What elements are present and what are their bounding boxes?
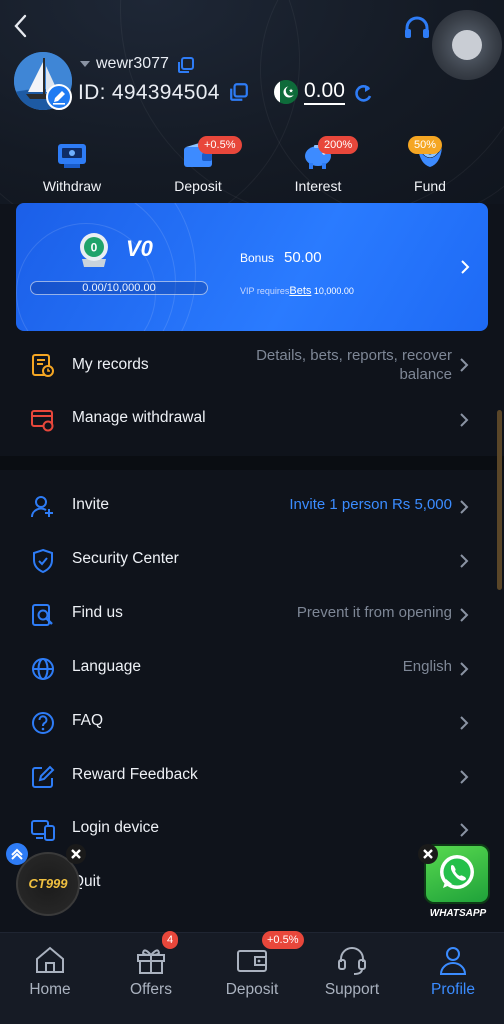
- device-icon: [31, 820, 55, 841]
- tab-home[interactable]: Home: [0, 933, 100, 1024]
- section-divider: [0, 456, 504, 470]
- menu-item-security-center[interactable]: Security Center: [0, 533, 504, 587]
- vip-requires-label: VIP requires: [240, 286, 290, 296]
- vip-medal-icon: 0: [80, 233, 108, 267]
- vip-bonus-label: Bonus: [240, 251, 275, 265]
- quick-action-label: Deposit: [174, 178, 222, 194]
- invite-user-icon: [31, 496, 53, 518]
- menu-item-reward-feedback[interactable]: Reward Feedback: [0, 749, 504, 803]
- chevron-right-icon: [460, 554, 469, 568]
- tab-label: Deposit: [225, 981, 279, 998]
- deposit-bonus-badge: +0.5%: [198, 136, 242, 154]
- records-icon: [32, 354, 54, 377]
- menu-item-label: Language: [72, 658, 141, 675]
- vip-card[interactable]: 0 V0 0.00/10,000.00 Bonus 50.00 VIP requ…: [16, 203, 488, 331]
- wallet-balance: 0.00: [304, 79, 345, 105]
- quick-action-withdraw[interactable]: Withdraw: [16, 138, 128, 194]
- tab-profile[interactable]: Profile: [403, 933, 503, 1024]
- invite-promo-text: Invite 1 person Rs 5,000: [289, 496, 452, 513]
- headset-icon: [338, 947, 366, 975]
- find-icon: [32, 604, 53, 626]
- tab-label: Profile: [431, 981, 475, 998]
- vip-bonus-value: 50.00: [284, 249, 322, 266]
- quick-action-label: Withdraw: [42, 178, 102, 194]
- interest-badge: 200%: [318, 136, 359, 154]
- chevron-right-icon: [460, 358, 469, 372]
- menu-item-label: Reward Feedback: [72, 766, 198, 783]
- menu-item-label: Security Center: [72, 550, 179, 567]
- wallet-icon: [237, 950, 267, 972]
- refresh-icon[interactable]: [352, 82, 374, 104]
- chevron-right-icon[interactable]: [458, 260, 472, 274]
- chevron-right-icon: [460, 823, 469, 837]
- user-id: ID: 494394504: [78, 81, 220, 104]
- whatsapp-label: WHATSAPP: [429, 908, 487, 919]
- menu-item-label: FAQ: [72, 712, 104, 729]
- home-icon: [36, 946, 64, 973]
- ct999-logo: CT999: [28, 876, 68, 891]
- floating-assistive-button[interactable]: [432, 10, 502, 80]
- atm-icon: [58, 144, 86, 168]
- vip-requirement: VIP requiresBets 10,000.00: [240, 285, 354, 297]
- menu-item-label: Invite: [72, 496, 110, 513]
- menu-item-label: My records: [72, 356, 149, 373]
- pakistan-flag-icon: [274, 80, 298, 104]
- my-records-description: Details, bets, reports, recover balance: [256, 347, 452, 383]
- chevron-right-icon: [460, 413, 469, 427]
- menu-item-invite[interactable]: Invite Invite 1 person Rs 5,000: [0, 479, 504, 533]
- user-icon: [439, 947, 467, 975]
- tab-offers[interactable]: Offers: [101, 933, 201, 1024]
- chevron-right-icon: [460, 500, 469, 514]
- vip-requires-bets-link[interactable]: Bets: [289, 285, 311, 297]
- find-us-description: Prevent it from opening: [296, 604, 452, 621]
- current-language: English: [402, 658, 452, 675]
- chevron-down-icon[interactable]: [80, 61, 90, 67]
- gift-icon: [137, 949, 165, 974]
- tab-label: Support: [324, 981, 380, 998]
- copy-id-icon[interactable]: [229, 82, 249, 102]
- card-gear-icon: [31, 410, 54, 432]
- edit-avatar-icon[interactable]: [46, 84, 72, 110]
- chevron-right-icon: [460, 662, 469, 676]
- vip-level: V0: [126, 236, 153, 261]
- chevron-right-icon: [460, 608, 469, 622]
- globe-icon: [32, 658, 54, 680]
- menu-item-manage-withdrawal[interactable]: Manage withdrawal: [0, 392, 504, 446]
- close-icon[interactable]: [66, 844, 86, 864]
- vip-requires-value: 10,000.00: [313, 286, 354, 296]
- tab-label: Offers: [130, 981, 172, 998]
- question-icon: [32, 712, 54, 734]
- fund-badge: 50%: [408, 136, 443, 154]
- chevron-right-icon: [460, 770, 469, 784]
- menu-item-label: Manage withdrawal: [72, 409, 206, 426]
- chevron-right-icon: [460, 716, 469, 730]
- shield-icon: [33, 548, 53, 574]
- menu-item-find-us[interactable]: Find us Prevent it from opening: [0, 587, 504, 641]
- menu-item-label: Find us: [72, 604, 123, 621]
- vip-progress-text: 0.00/10,000.00: [82, 282, 156, 294]
- menu-item-label: Login device: [72, 819, 160, 836]
- tab-label: Home: [29, 981, 71, 998]
- copy-username-icon[interactable]: [177, 56, 195, 74]
- quick-action-label: Interest: [294, 178, 342, 194]
- headset-icon[interactable]: [402, 14, 432, 44]
- close-icon[interactable]: [418, 844, 438, 864]
- quick-action-label: Fund: [414, 178, 446, 194]
- double-chevron-up-icon[interactable]: [6, 843, 28, 865]
- menu-item-faq[interactable]: FAQ: [0, 695, 504, 749]
- vip-medal-number: 0: [91, 241, 98, 255]
- tab-support[interactable]: Support: [302, 933, 402, 1024]
- menu-item-language[interactable]: Language English: [0, 641, 504, 695]
- bottom-tab-bar: Home Offers Deposit Support Profile 4 +0…: [0, 931, 504, 1024]
- deposit-bonus-badge: +0.5%: [262, 931, 304, 949]
- chevron-left-icon[interactable]: [10, 12, 32, 40]
- username: wewr3077: [96, 55, 169, 72]
- assistive-dot: [452, 30, 482, 60]
- edit-icon: [32, 765, 55, 788]
- vip-progress-bar: 0.00/10,000.00: [30, 281, 208, 295]
- offers-count-badge: 4: [162, 931, 179, 949]
